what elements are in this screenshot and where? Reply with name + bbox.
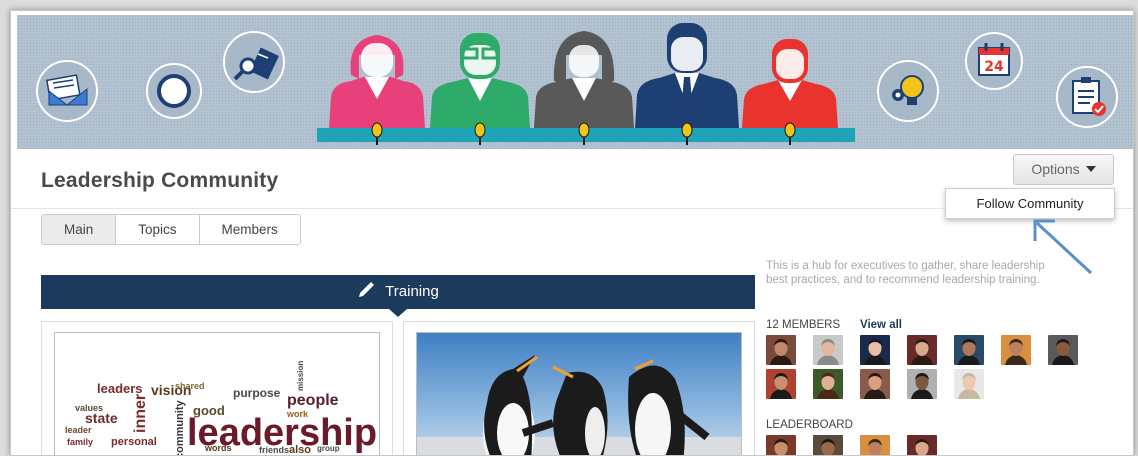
member-avatar[interactable] xyxy=(813,335,843,365)
person-figure xyxy=(534,31,634,128)
calendar-day-text: 24 xyxy=(984,59,1004,75)
tab-topics[interactable]: Topics xyxy=(116,215,200,244)
penguins-photo[interactable] xyxy=(416,332,742,455)
word-cloud-word: mission xyxy=(296,361,305,391)
caret-down-icon xyxy=(1085,166,1096,172)
view-all-link[interactable]: View all xyxy=(860,319,902,331)
members-count-label: 12 MEMBERS xyxy=(766,319,841,331)
member-avatar[interactable] xyxy=(860,369,890,399)
leaderboard-label: LEADERBOARD xyxy=(766,419,853,431)
community-banner: 24 xyxy=(17,15,1133,149)
app-window: 24 Leadership Community Options Follow C… xyxy=(10,10,1134,456)
person-figure xyxy=(329,35,425,128)
content-card[interactable] xyxy=(403,321,755,455)
word-cloud-graphic: leaders vision purpose people state inne… xyxy=(55,333,379,456)
calendar-24-icon: 24 xyxy=(965,32,1023,90)
options-label: Options xyxy=(1031,161,1080,177)
banner-illustration: 24 xyxy=(36,23,1118,145)
word-cloud-word: people xyxy=(287,392,339,409)
member-avatar[interactable] xyxy=(813,369,843,399)
word-cloud-word: leaders xyxy=(97,381,143,396)
envelope-icon xyxy=(36,60,98,122)
word-cloud-word: leader xyxy=(65,425,92,435)
member-avatar[interactable] xyxy=(1001,335,1031,365)
training-feature-bar[interactable]: Training xyxy=(41,275,755,309)
community-description: This is a hub for executives to gather, … xyxy=(766,260,1045,286)
leadership-word-cloud-image[interactable]: leaders vision purpose people state inne… xyxy=(54,332,380,456)
word-cloud-main-word: leadership xyxy=(187,412,377,454)
tab-main[interactable]: Main xyxy=(42,215,117,244)
member-avatar[interactable] xyxy=(766,335,796,365)
person-figure xyxy=(430,33,530,128)
content-card[interactable]: leaders vision purpose people state inne… xyxy=(41,321,393,456)
member-avatar[interactable] xyxy=(907,369,937,399)
follow-community-menu-item[interactable]: Follow Community xyxy=(946,189,1114,218)
member-avatar[interactable] xyxy=(907,435,937,455)
options-button[interactable]: Options xyxy=(1013,154,1114,185)
lightbulb-gears-icon xyxy=(877,60,939,122)
member-avatar[interactable] xyxy=(860,335,890,365)
member-avatar[interactable] xyxy=(766,435,796,455)
member-avatar[interactable] xyxy=(813,435,843,455)
member-avatar[interactable] xyxy=(1048,335,1078,365)
page-title: Leadership Community xyxy=(41,169,279,192)
training-label: Training xyxy=(385,283,439,300)
tab-bar: Main Topics Members xyxy=(41,214,301,245)
word-cloud-word: community xyxy=(174,399,186,456)
person-figure xyxy=(742,39,838,128)
member-avatar[interactable] xyxy=(907,335,937,365)
magnifier-document-icon xyxy=(223,31,285,93)
word-cloud-word: inner xyxy=(132,394,149,433)
person-figure xyxy=(635,23,739,128)
feature-bar-notch xyxy=(389,309,407,317)
penguins-graphic xyxy=(417,333,741,455)
word-cloud-word: values xyxy=(75,403,103,413)
word-cloud-word: shared xyxy=(175,381,205,391)
pencil-icon xyxy=(359,282,375,297)
member-avatar[interactable] xyxy=(766,369,796,399)
word-cloud-word: personal xyxy=(111,436,157,448)
member-avatar[interactable] xyxy=(954,335,984,365)
member-avatar[interactable] xyxy=(954,369,984,399)
clipboard-checklist-icon xyxy=(1056,66,1118,128)
tab-members[interactable]: Members xyxy=(199,215,300,244)
word-cloud-word: family xyxy=(67,437,93,447)
compass-icon xyxy=(146,63,202,119)
member-avatar[interactable] xyxy=(860,435,890,455)
word-cloud-word: purpose xyxy=(233,386,281,400)
